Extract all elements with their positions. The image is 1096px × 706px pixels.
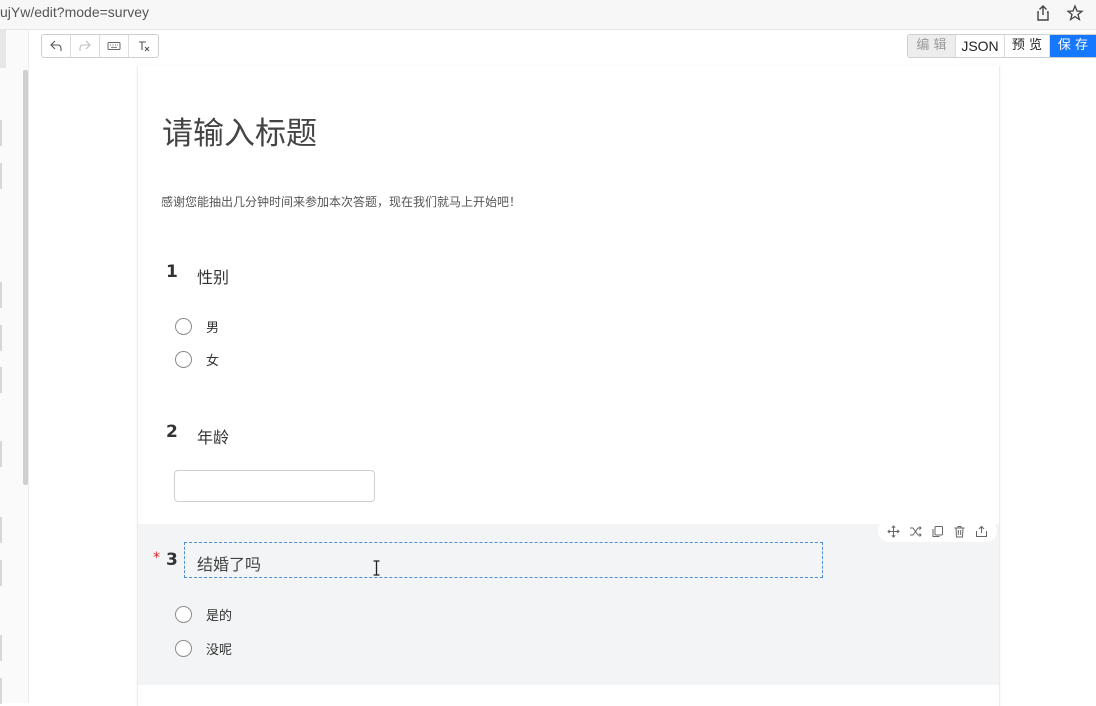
save-button[interactable]: 保 存 [1050,35,1096,57]
radio-label: 没呢 [206,642,233,658]
radio-option[interactable]: 是的 [175,604,232,624]
rail-scrollbar[interactable] [23,70,28,485]
question-title[interactable]: 性别 [197,264,229,288]
keyboard-icon [107,42,121,50]
radio-option[interactable]: 女 [175,349,219,369]
rail-tab[interactable] [0,30,6,68]
question-title-editor[interactable]: 结婚了吗 [184,542,823,578]
clear-format-icon [138,41,149,52]
preview-button[interactable]: 预 览 [1005,35,1050,57]
edit-mode-button[interactable]: 编 辑 [908,35,956,57]
radio-circle[interactable] [175,605,192,623]
copy-icon[interactable] [931,525,944,538]
radio-option[interactable]: 男 [175,316,219,336]
export-icon[interactable] [975,525,988,538]
history-toolbar [41,34,159,58]
age-text-input[interactable] [174,470,375,502]
survey-title[interactable]: 请输入标题 [162,108,317,153]
redo-icon [79,40,91,51]
rail-marker [0,282,2,308]
undo-icon [50,40,62,51]
radio-label: 是的 [206,608,233,624]
rail-marker [0,367,2,393]
text-cursor-icon [373,560,380,576]
rail-marker [0,441,2,467]
redo-button[interactable] [71,35,100,57]
mode-toolbar: 编 辑 JSON 预 览 保 存 [907,34,1096,58]
rail-marker [0,678,2,704]
share-icon[interactable] [1033,3,1053,23]
question-title[interactable]: 年龄 [197,424,229,448]
move-icon[interactable] [886,524,900,538]
survey-description[interactable]: 感谢您能抽出几分钟时间来参加本次答题，现在我们就马上开始吧！ [161,193,521,210]
undo-button[interactable] [42,35,71,57]
radio-label: 女 [206,353,220,369]
delete-icon[interactable] [953,525,966,538]
rail-marker [0,517,2,543]
rail-marker [0,635,2,661]
address-url[interactable]: ujYw/edit?mode=survey [0,4,149,20]
radio-label: 男 [206,320,220,336]
radio-option[interactable]: 没呢 [175,638,232,658]
question-number: 3 [166,550,178,570]
radio-circle[interactable] [175,639,192,657]
question-number: 1 [166,262,178,282]
rail-marker [0,120,2,146]
radio-circle[interactable] [175,350,192,368]
browser-address-bar: ujYw/edit?mode=survey [0,0,1096,30]
bookmark-star-icon[interactable] [1065,3,1085,23]
required-mark: * [153,550,160,566]
shuffle-icon[interactable] [909,525,922,538]
question-number: 2 [166,422,178,442]
radio-circle[interactable] [175,317,192,335]
keyboard-button[interactable] [100,35,129,57]
question-action-toolbar [878,520,997,542]
rail-marker [0,560,2,586]
clear-format-button[interactable] [129,35,158,57]
rail-marker [0,325,2,351]
json-button[interactable]: JSON [956,35,1005,57]
left-rail [0,30,29,704]
question-title: 结婚了吗 [197,555,262,574]
rail-marker [0,163,2,189]
